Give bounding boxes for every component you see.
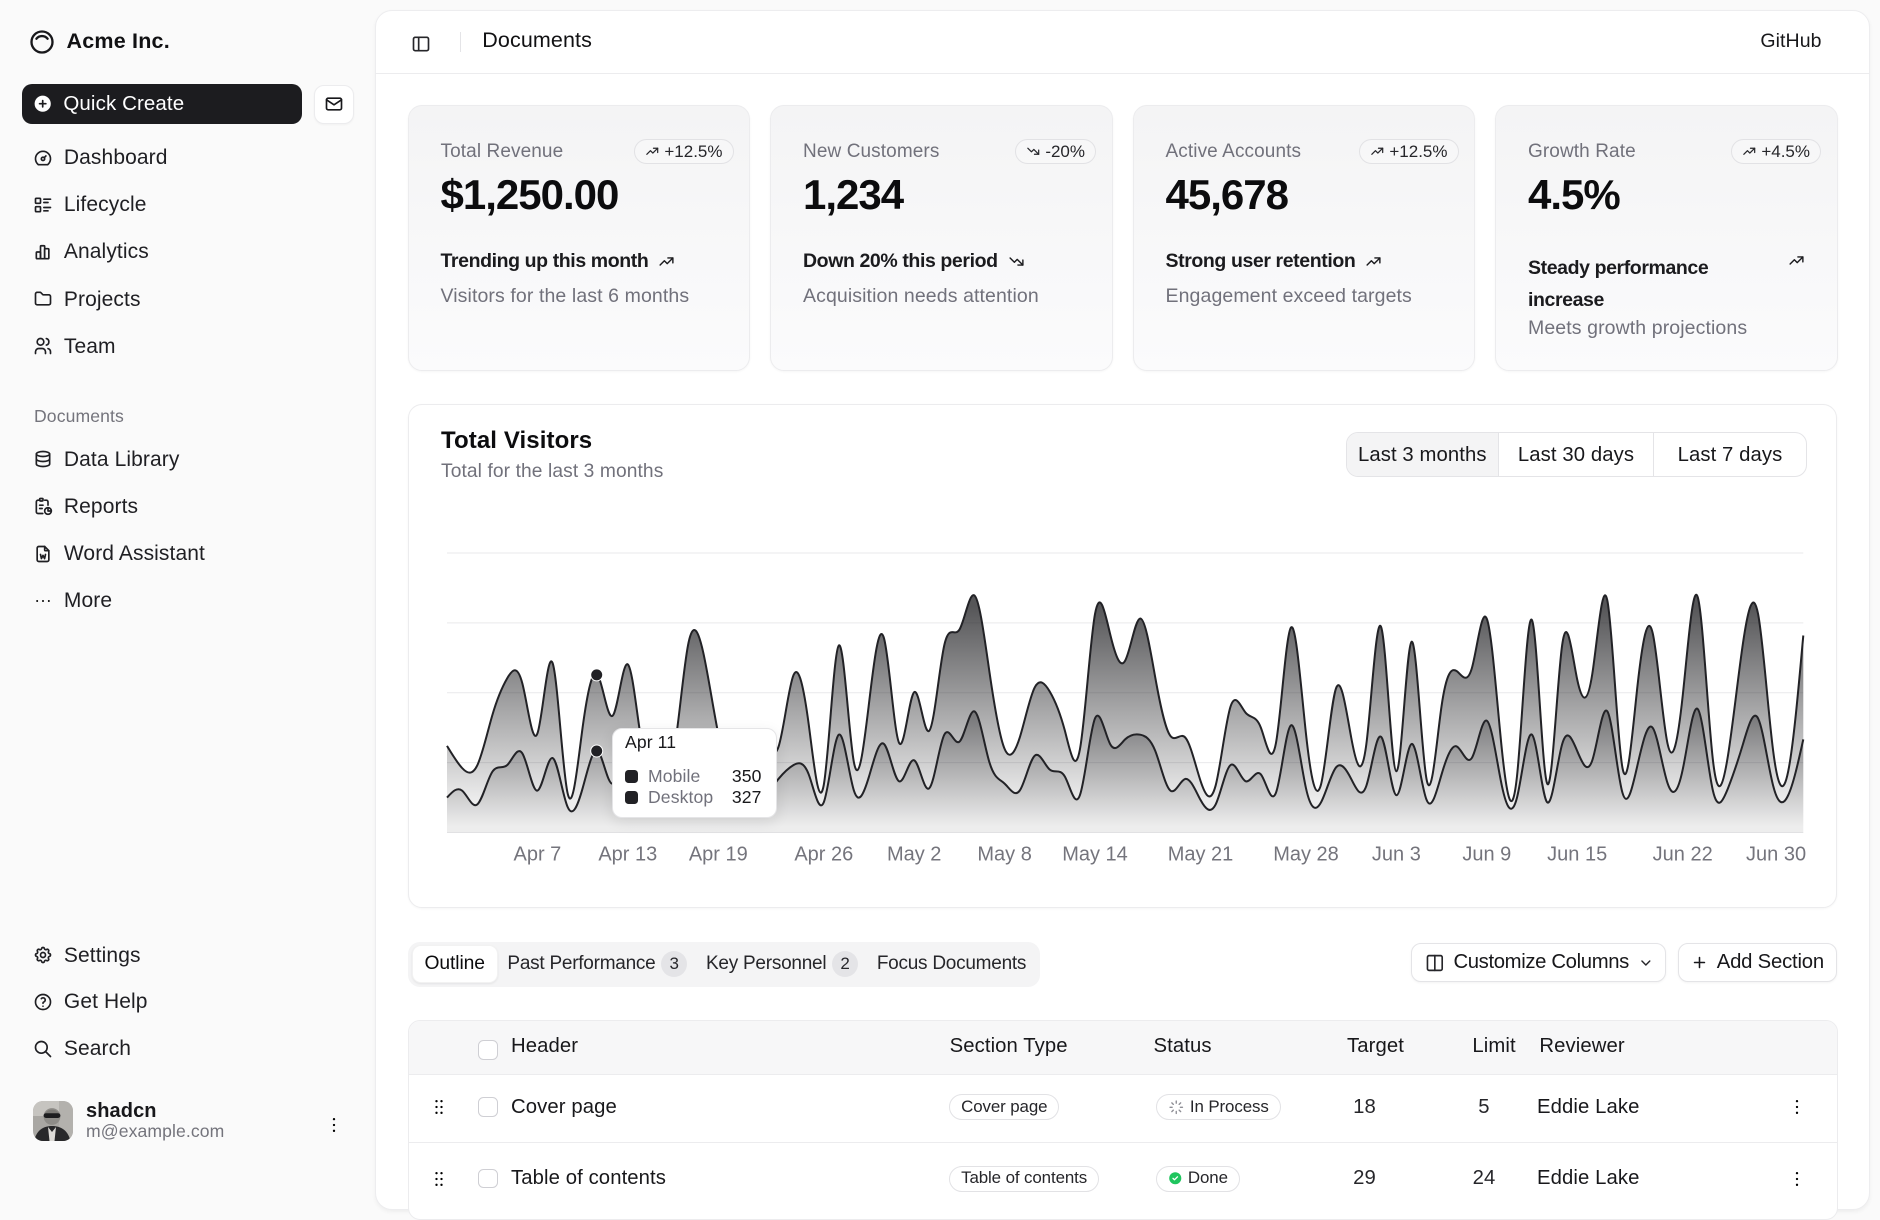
svg-text:Jun 3: Jun 3 [1371, 844, 1420, 866]
svg-text:Apr 19: Apr 19 [688, 844, 747, 866]
svg-text:May 21: May 21 [1167, 844, 1233, 866]
svg-text:Apr 13: Apr 13 [598, 844, 657, 866]
svg-text:May 2: May 2 [886, 844, 940, 866]
svg-text:Jun 9: Jun 9 [1462, 844, 1511, 866]
svg-text:Apr 7: Apr 7 [513, 844, 561, 866]
svg-text:Apr 26: Apr 26 [794, 844, 853, 866]
svg-text:Jun 22: Jun 22 [1652, 844, 1712, 866]
svg-text:May 28: May 28 [1273, 844, 1339, 866]
svg-text:Jun 30: Jun 30 [1746, 844, 1806, 866]
svg-text:Jun 15: Jun 15 [1547, 844, 1607, 866]
svg-text:May 8: May 8 [977, 844, 1031, 866]
svg-text:May 14: May 14 [1062, 844, 1128, 866]
